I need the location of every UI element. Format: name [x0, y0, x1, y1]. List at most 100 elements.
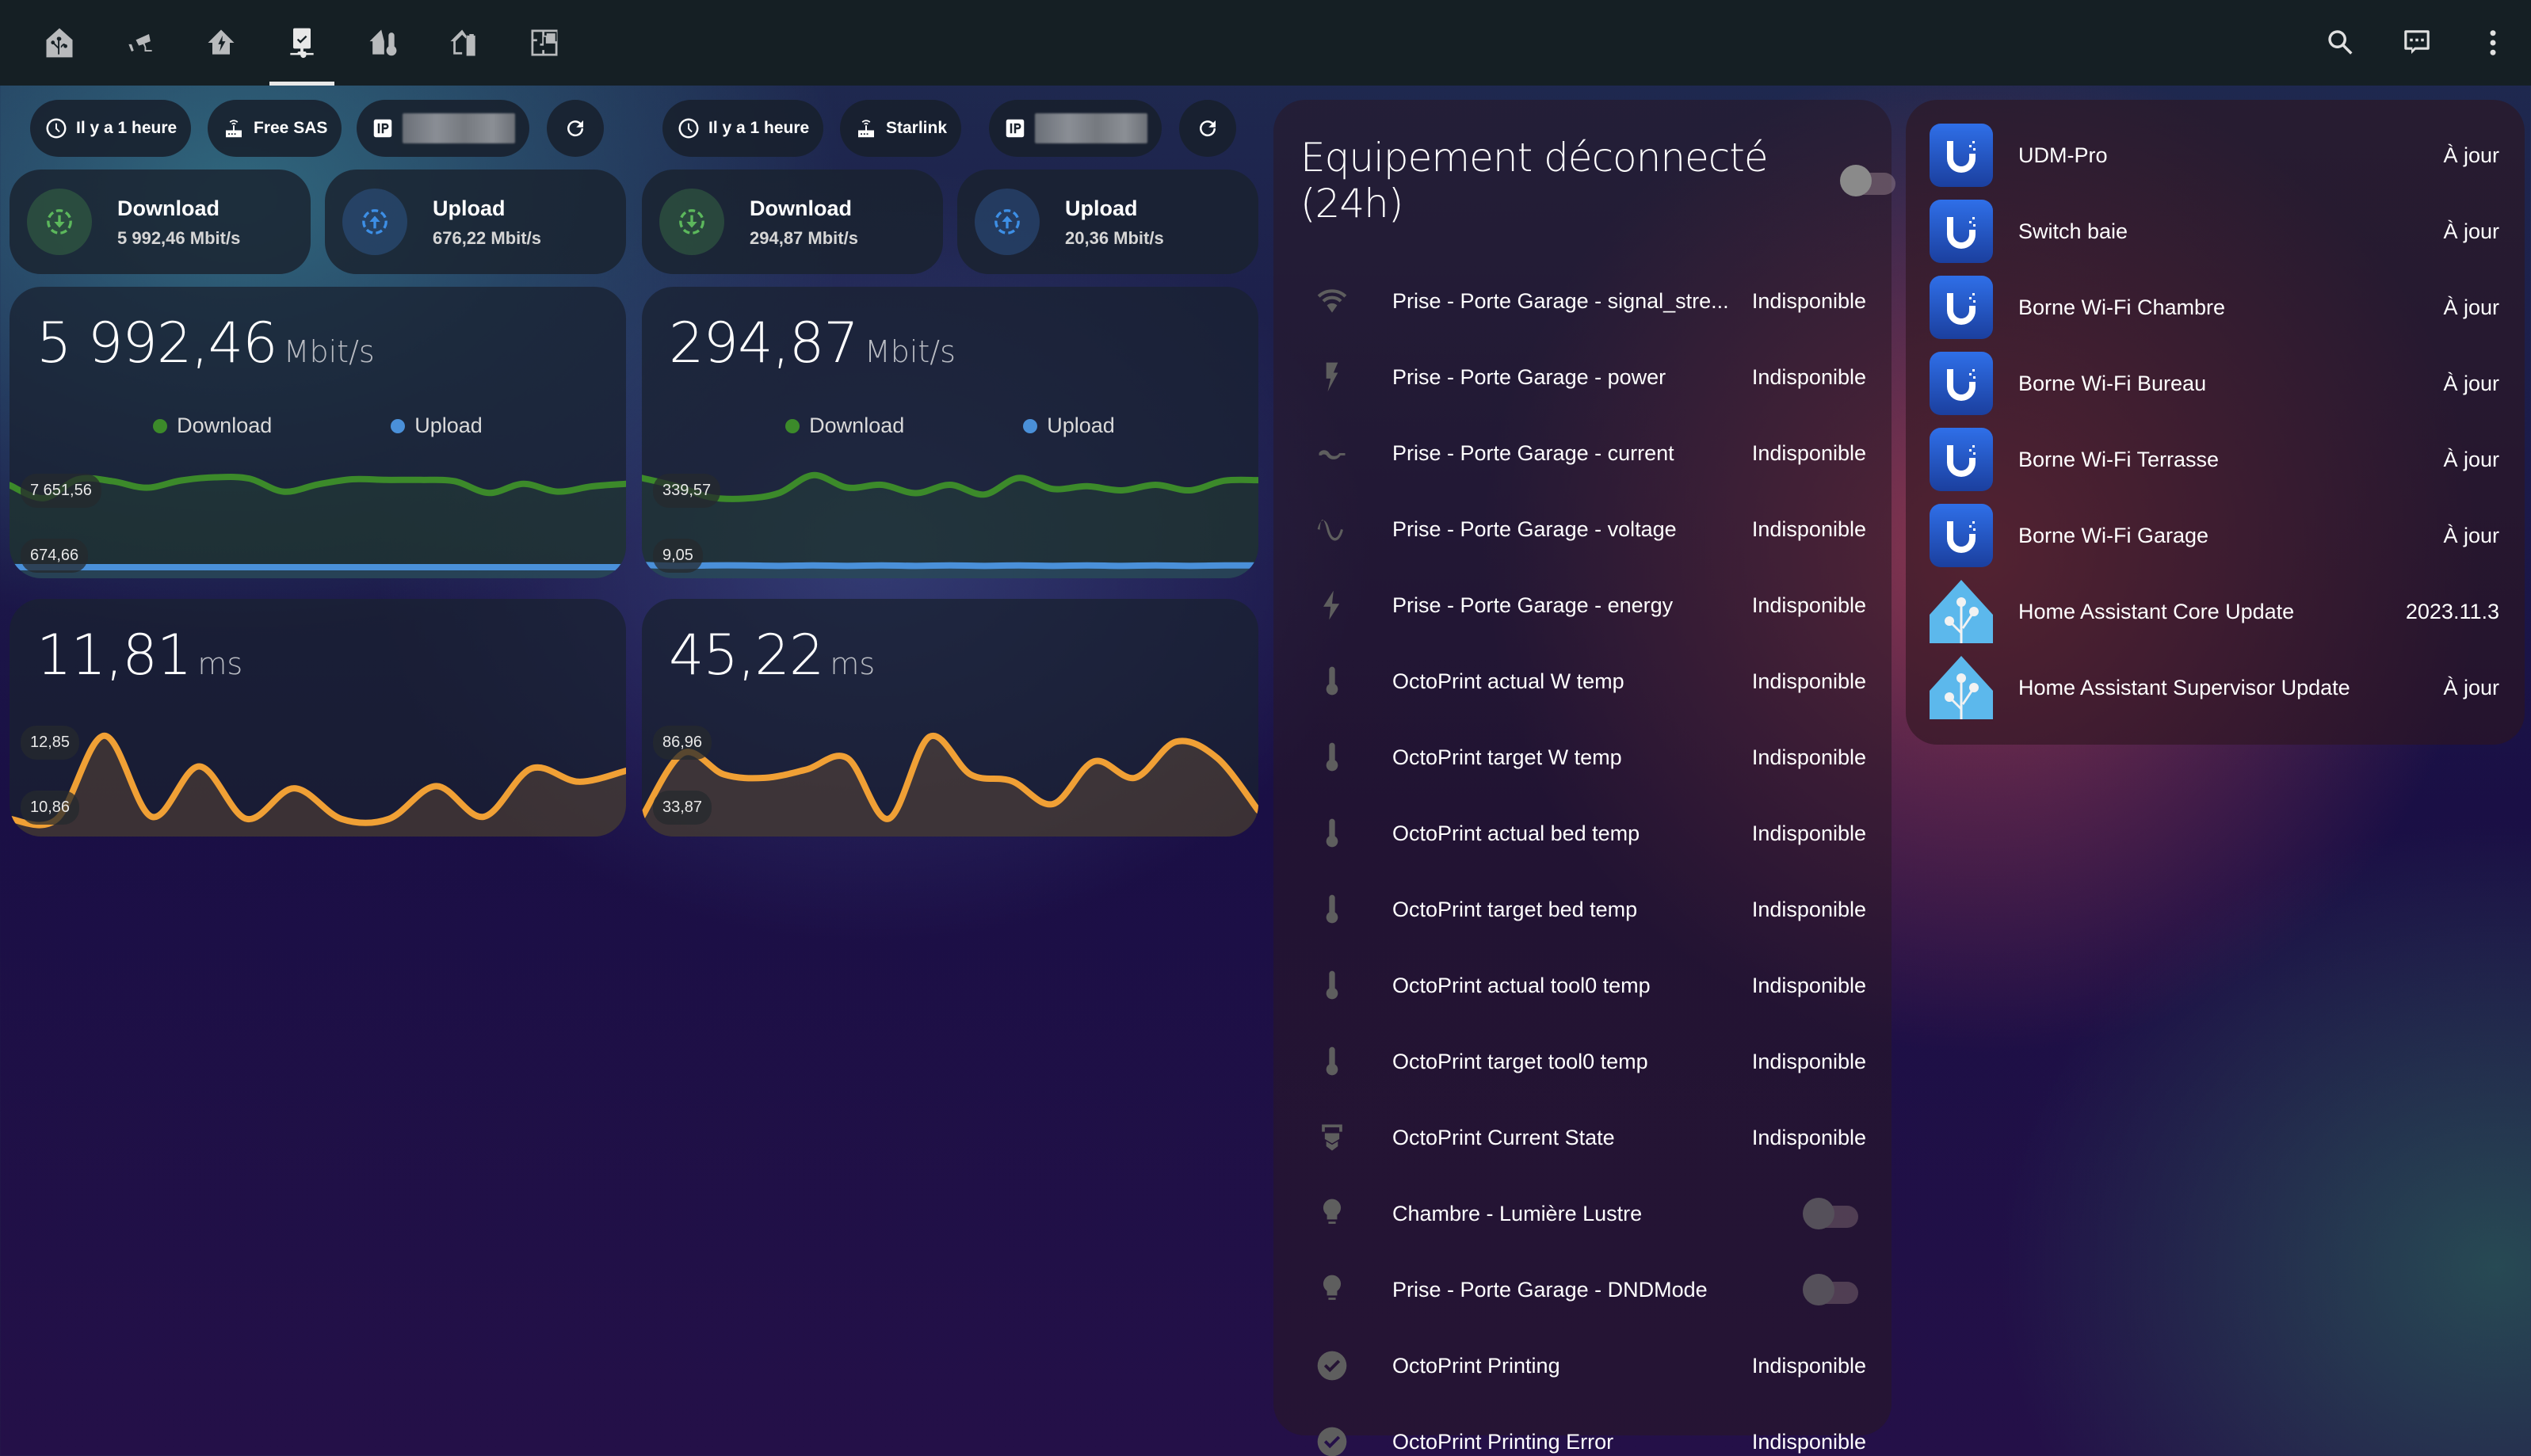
disconnected-devices-card: Equipement déconnecté (24h) Prise - Port…: [1273, 100, 1892, 1435]
clock-icon: [44, 116, 68, 140]
disconnected-row[interactable]: Prise - Porte Garage - voltageIndisponib…: [1273, 491, 1892, 567]
ubiquiti-icon: [1930, 124, 1993, 187]
disconnected-row[interactable]: Prise - Porte Garage - DNDMode: [1273, 1252, 1892, 1328]
flash-icon: [1315, 360, 1349, 394]
update-name: Switch baie: [2018, 219, 2128, 244]
update-state: À jour: [2443, 219, 2499, 244]
public-ip-chip[interactable]: [357, 100, 529, 157]
search-button[interactable]: [2303, 0, 2379, 86]
speed-graph-card[interactable]: 294,87Mbit/s Download Upload 339,57 9,05: [642, 287, 1258, 578]
last-update-text: Il y a 1 heure: [708, 119, 809, 138]
isp-name: Free SAS: [254, 119, 327, 138]
latency-plot: [10, 718, 626, 837]
update-row[interactable]: Home Assistant Supervisor UpdateÀ jour: [1906, 650, 2525, 726]
last-update-chip[interactable]: Il y a 1 heure: [30, 100, 191, 157]
legend-item-download[interactable]: Download: [153, 414, 272, 438]
upload-icon-badge: [342, 189, 407, 255]
update-row[interactable]: Switch baie À jour: [1906, 193, 2525, 269]
legend-dot-upload: [391, 419, 405, 433]
download-stat-card[interactable]: Download 5 992,46 Mbit/s: [10, 170, 311, 274]
more-vertical-icon: [2476, 26, 2510, 59]
updates-card: UDM-Pro À jour Switch baie À jour Borne Wi-F…: [1906, 100, 2525, 745]
entity-toggle[interactable]: [1803, 1198, 1860, 1229]
lightbulb-icon: [1315, 1196, 1349, 1231]
latency-graph-card[interactable]: 11,81ms 12,85 10,86: [10, 599, 626, 837]
update-name: Borne Wi-Fi Terrasse: [2018, 448, 2219, 472]
isp-chip[interactable]: Starlink: [840, 100, 961, 157]
thermometer-icon: [1315, 740, 1349, 775]
isp-chip[interactable]: Free SAS: [208, 100, 342, 157]
upload-stat-card[interactable]: Upload 20,36 Mbit/s: [957, 170, 1258, 274]
entity-toggle[interactable]: [1803, 1274, 1860, 1305]
latency-max-label: 86,96: [653, 726, 712, 760]
entity-name: Prise - Porte Garage - power: [1392, 365, 1666, 390]
ubiquiti-icon: [1930, 428, 1993, 491]
disconnected-row[interactable]: OctoPrint PrintingIndisponible: [1273, 1328, 1892, 1404]
upload-stat-card[interactable]: Upload 676,22 Mbit/s: [325, 170, 626, 274]
refresh-button[interactable]: [1179, 100, 1236, 157]
more-options-button[interactable]: [2455, 0, 2531, 86]
disconnected-row[interactable]: OctoPrint Current StateIndisponible: [1273, 1100, 1892, 1176]
disconnected-row[interactable]: OctoPrint target W tempIndisponible: [1273, 719, 1892, 795]
ubiquiti-icon: [1930, 200, 1993, 263]
last-update-chip[interactable]: Il y a 1 heure: [662, 100, 823, 157]
entity-name: OctoPrint target tool0 temp: [1392, 1050, 1648, 1074]
public-ip-chip[interactable]: [989, 100, 1162, 157]
update-row[interactable]: Borne Wi-Fi GarageÀ jour: [1906, 497, 2525, 574]
latency-graph-card[interactable]: 45,22ms 86,96 33,87: [642, 599, 1258, 837]
legend-item-upload[interactable]: Upload: [1023, 414, 1115, 438]
speed-graph-card[interactable]: 5 992,46Mbit/s Download Upload 7 651,56 …: [10, 287, 626, 578]
upload-value: 20,36 Mbit/s: [1065, 228, 1164, 249]
download-icon-badge: [659, 189, 724, 255]
entity-name: OctoPrint actual tool0 temp: [1392, 974, 1651, 998]
ip-address-redacted: [1035, 113, 1147, 143]
isp-name: Starlink: [886, 119, 947, 138]
disconnected-row[interactable]: Prise - Porte Garage - signal_stre...Ind…: [1273, 263, 1892, 339]
speed-unit: Mbit/s: [284, 334, 375, 369]
update-row[interactable]: UDM-Pro À jour: [1906, 117, 2525, 193]
update-row[interactable]: Home Assistant Core Update2023.11.3: [1906, 574, 2525, 650]
sine-wave-icon: [1315, 512, 1349, 547]
disconnected-row[interactable]: Prise - Porte Garage - currentIndisponib…: [1273, 415, 1892, 491]
thermometer-icon: [1315, 968, 1349, 1003]
update-row[interactable]: Borne Wi-Fi TerrasseÀ jour: [1906, 421, 2525, 497]
entity-state: Indisponible: [1752, 821, 1866, 846]
legend-item-upload[interactable]: Upload: [391, 414, 483, 438]
disconnected-row[interactable]: OctoPrint Printing ErrorIndisponible: [1273, 1404, 1892, 1456]
ip-address-redacted: [403, 113, 515, 143]
disconnected-row[interactable]: Prise - Porte Garage - energyIndisponibl…: [1273, 567, 1892, 643]
entity-state: Indisponible: [1752, 669, 1866, 694]
wifi-icon: [1315, 284, 1349, 318]
disconnected-row[interactable]: OctoPrint actual W tempIndisponible: [1273, 643, 1892, 719]
entity-name: Chambre - Lumière Lustre: [1392, 1202, 1642, 1226]
disconnected-row[interactable]: Chambre - Lumière Lustre: [1273, 1176, 1892, 1252]
entity-name: Prise - Porte Garage - energy: [1392, 593, 1673, 618]
update-name: UDM-Pro: [2018, 143, 2108, 168]
router-wireless-icon: [222, 116, 246, 140]
legend-item-download[interactable]: Download: [785, 414, 904, 438]
disconnected-row[interactable]: Prise - Porte Garage - powerIndisponible: [1273, 339, 1892, 415]
speed-max-label: 7 651,56: [21, 474, 101, 508]
download-label: Download: [117, 195, 240, 223]
disconnected-row[interactable]: OctoPrint actual bed tempIndisponible: [1273, 795, 1892, 871]
ubiquiti-icon: [1930, 504, 1993, 567]
speed-max-label: 339,57: [653, 474, 720, 508]
disconnected-toggle[interactable]: [1840, 165, 1892, 196]
refresh-icon: [1196, 116, 1220, 140]
entity-state: Indisponible: [1752, 441, 1866, 466]
update-state: À jour: [2443, 143, 2499, 168]
entity-name: OctoPrint target W temp: [1392, 745, 1622, 770]
disconnected-row[interactable]: OctoPrint target bed tempIndisponible: [1273, 871, 1892, 947]
disconnected-row[interactable]: OctoPrint target tool0 tempIndisponible: [1273, 1023, 1892, 1100]
download-stat-card[interactable]: Download 294,87 Mbit/s: [642, 170, 943, 274]
update-row[interactable]: Borne Wi-Fi ChambreÀ jour: [1906, 269, 2525, 345]
latency-current-value: 45,22ms: [669, 623, 875, 688]
update-name: Home Assistant Core Update: [2018, 600, 2294, 624]
assist-button[interactable]: [2379, 0, 2455, 86]
refresh-button[interactable]: [547, 100, 604, 157]
latency-series-area: [10, 736, 626, 837]
update-row[interactable]: Borne Wi-Fi BureauÀ jour: [1906, 345, 2525, 421]
lightning-icon: [1315, 588, 1349, 623]
printer-3d-icon: [1315, 1120, 1349, 1155]
disconnected-row[interactable]: OctoPrint actual tool0 tempIndisponible: [1273, 947, 1892, 1023]
